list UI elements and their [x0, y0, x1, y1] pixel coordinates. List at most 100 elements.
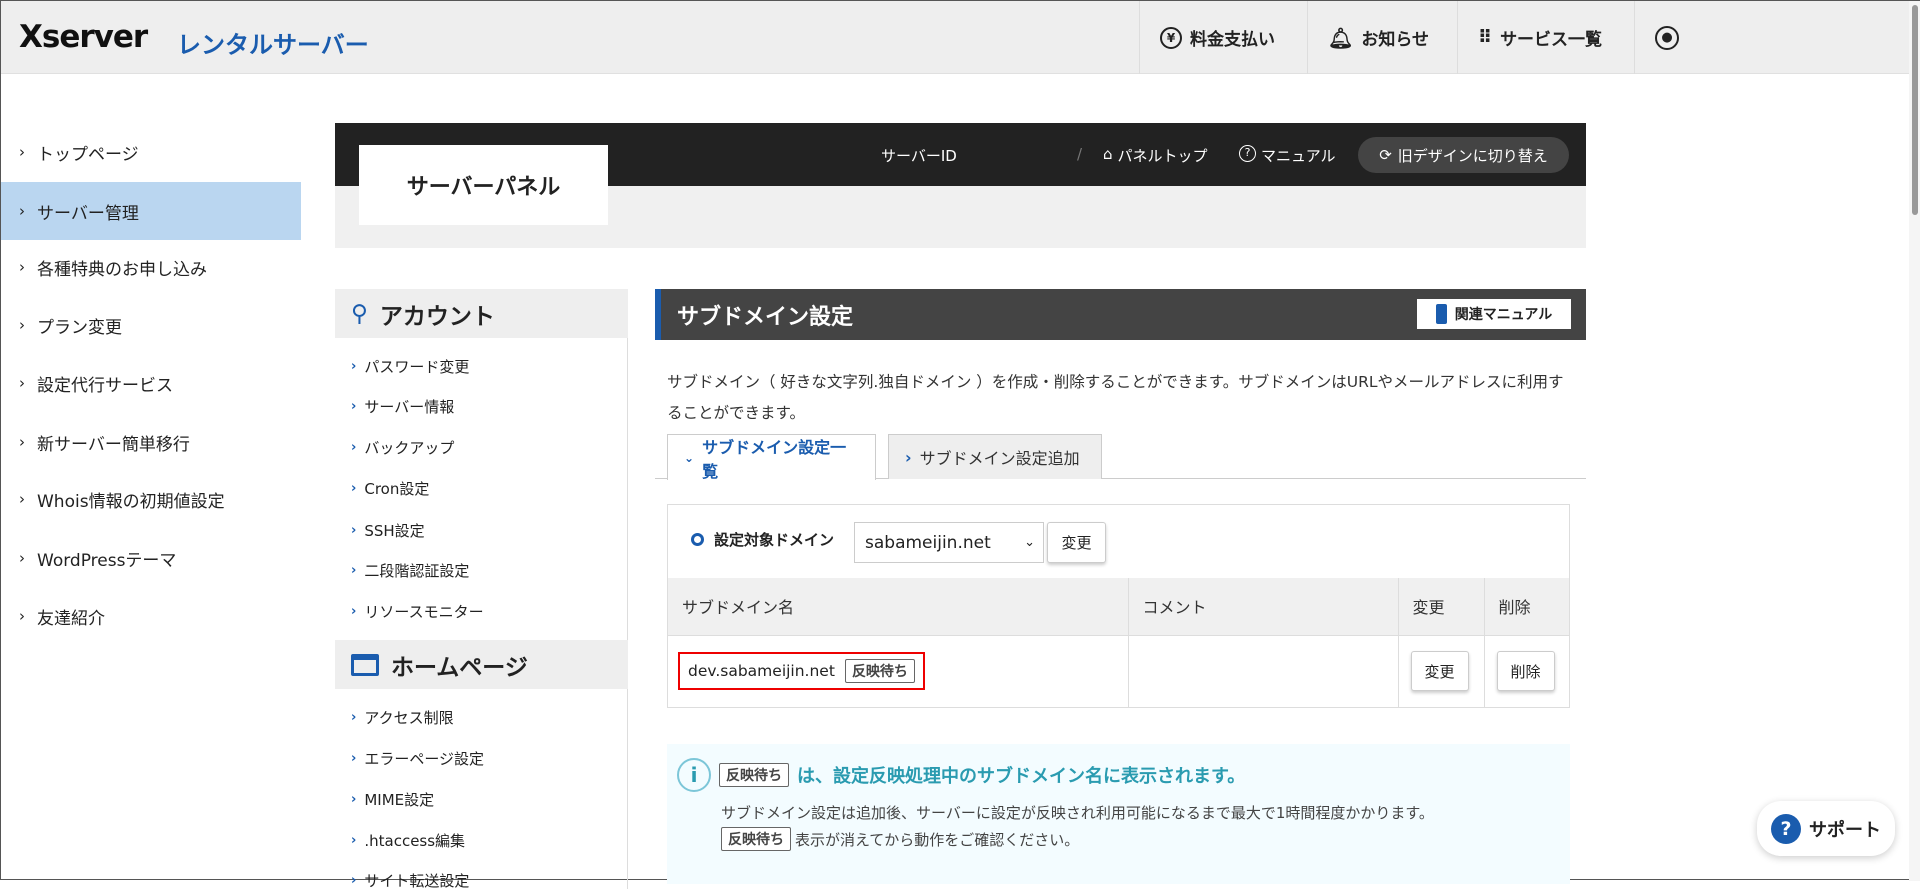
chevron-right-icon: ›: [19, 433, 25, 451]
sidebar-item-plan[interactable]: › プラン変更: [1, 296, 301, 354]
info-headline-text: は、設定反映処理中のサブドメイン名に表示されます。: [797, 766, 1246, 787]
chevron-right-icon: ›: [351, 603, 357, 619]
col-comment: コメント: [1128, 578, 1399, 636]
chevron-right-icon: ›: [351, 750, 357, 766]
row-change-button[interactable]: 変更: [1410, 651, 1469, 692]
scrollbar-thumb[interactable]: [1912, 5, 1918, 215]
sidebar-item-label: プラン変更: [37, 317, 122, 338]
nav-services[interactable]: ⠿ サービス一覧: [1457, 1, 1634, 74]
tab-subdomain-list[interactable]: ⌄ サブドメイン設定一覧: [667, 434, 876, 481]
sidebar-item-referral[interactable]: › 友達紹介: [1, 587, 301, 645]
status-badge: 反映待ち: [721, 827, 791, 851]
domain-change-button[interactable]: 変更: [1047, 522, 1106, 563]
nav-billing[interactable]: ¥ 料金支払い: [1139, 1, 1307, 74]
sidebar-item-label: Whois情報の初期値設定: [37, 491, 225, 512]
manual-link[interactable]: ? マニュアル: [1239, 145, 1336, 166]
row-delete-button[interactable]: 削除: [1496, 651, 1555, 692]
status-badge: 反映待ち: [719, 763, 789, 787]
nav-backup[interactable]: › バックアップ: [351, 435, 454, 459]
sidebar-item-agency[interactable]: › 設定代行サービス: [1, 354, 301, 412]
table-header: サブドメイン名 コメント 変更 削除: [668, 578, 1569, 636]
sidebar-item-label: 各種特典のお申し込み: [37, 259, 207, 280]
nav-notices[interactable]: 🔔︎ お知らせ: [1307, 1, 1457, 74]
nav-ssh[interactable]: › SSH設定: [351, 518, 425, 542]
book-icon: [1435, 304, 1447, 324]
domain-select-value: sabameijin.net: [865, 532, 991, 553]
nav-label: エラーページ設定: [364, 749, 485, 768]
nav-label: サイト転送設定: [364, 871, 470, 890]
chevron-right-icon: ›: [19, 607, 25, 625]
section-homepage: ホームページ: [335, 640, 628, 689]
domain-label-text: 設定対象ドメイン: [714, 531, 835, 549]
sidebar-item-label: 設定代行サービス: [37, 375, 173, 396]
sidebar-item-label: トップページ: [37, 144, 139, 165]
info-line-2: 反映待ち 表示が消えてから動作をご確認ください。: [721, 827, 1079, 851]
sidebar-item-label: サーバー管理: [37, 203, 139, 224]
col-subdomain: サブドメイン名: [668, 578, 1129, 636]
chevron-right-icon: ›: [351, 358, 357, 374]
nav-2fa[interactable]: › 二段階認証設定: [351, 558, 469, 582]
xserver-logo[interactable]: Xserver: [19, 19, 148, 55]
question-icon: ?: [1771, 813, 1801, 844]
manual-button-label: 関連マニュアル: [1454, 307, 1553, 323]
chevron-right-icon: ›: [351, 522, 357, 538]
chevron-right-icon: ›: [19, 374, 25, 392]
chevron-right-icon: ›: [351, 439, 357, 455]
logo-subtitle[interactable]: レンタルサーバー: [177, 25, 369, 60]
domain-select[interactable]: sabameijin.net ⌄: [854, 522, 1044, 563]
change-cell: 変更: [1398, 635, 1485, 707]
nav-redirect[interactable]: › サイト転送設定: [351, 868, 469, 892]
refresh-icon: ⟳: [1379, 146, 1392, 164]
nav-label: Cron設定: [364, 479, 430, 498]
nav-mime[interactable]: › MIME設定: [351, 787, 434, 811]
section-title: ホームページ: [391, 654, 528, 681]
nav-label: サーバー情報: [364, 397, 455, 416]
sidebar-item-wordpress[interactable]: › WordPressテーマ: [1, 529, 301, 587]
chevron-right-icon: ›: [351, 398, 357, 414]
related-manual-button[interactable]: 関連マニュアル: [1417, 299, 1571, 329]
nav-error-page[interactable]: › エラーページ設定: [351, 746, 484, 770]
account-button[interactable]: ●: [1634, 1, 1714, 74]
nav-services-label: サービス一覧: [1500, 30, 1603, 50]
chevron-right-icon: ›: [19, 143, 25, 161]
nav-label: .htaccess編集: [364, 831, 466, 850]
chevron-right-icon: ›: [19, 490, 25, 508]
sidebar-item-migration[interactable]: › 新サーバー簡単移行: [1, 413, 301, 471]
sidebar-item-top[interactable]: › トップページ: [1, 123, 301, 181]
bell-icon: 🔔︎: [1328, 25, 1354, 50]
chevron-down-icon: ⌄: [684, 450, 695, 465]
yen-icon: ¥: [1160, 26, 1182, 49]
top-header: Xserver レンタルサーバー ¥ 料金支払い 🔔︎ お知らせ ⠿ サービス一覧 ●: [1, 1, 1909, 74]
tab-label: サブドメイン設定追加: [919, 449, 1080, 468]
user-icon: ●: [1655, 25, 1679, 50]
nav-cron[interactable]: › Cron設定: [351, 476, 429, 500]
description: サブドメイン（ 好きな文字列.独自ドメイン ）を作成・削除することができます。サ…: [667, 373, 1564, 422]
subdomain-cell: dev.sabameijin.net 反映待ち: [668, 635, 1129, 707]
nav-label: SSH設定: [364, 521, 425, 540]
sidebar-item-whois[interactable]: › Whois情報の初期値設定: [1, 470, 301, 528]
nav-htaccess[interactable]: › .htaccess編集: [351, 828, 465, 852]
nav-password[interactable]: › パスワード変更: [351, 354, 469, 378]
table-row: dev.sabameijin.net 反映待ち 変更 削除: [668, 635, 1569, 707]
col-delete: 削除: [1484, 578, 1569, 636]
tab-subdomain-add[interactable]: › サブドメイン設定追加: [888, 434, 1102, 479]
chevron-right-icon: ›: [19, 549, 25, 567]
panel-top-link[interactable]: ⌂ パネルトップ: [1103, 145, 1208, 166]
nav-resource[interactable]: › リソースモニター: [351, 599, 484, 623]
chevron-right-icon: ›: [351, 791, 357, 807]
info-line-2-text: 表示が消えてから動作をご確認ください。: [795, 830, 1080, 849]
support-button[interactable]: ? サポート: [1757, 801, 1895, 856]
old-design-button[interactable]: ⟳ 旧デザインに切り替え: [1358, 137, 1569, 173]
nav-label: リソースモニター: [364, 602, 484, 621]
section-title: アカウント: [379, 303, 495, 330]
nav-access[interactable]: › アクセス制限: [351, 705, 454, 729]
nav-label: アクセス制限: [364, 708, 454, 727]
sidebar-item-server[interactable]: › サーバー管理: [1, 182, 301, 240]
divider: /: [1077, 145, 1083, 163]
tab-label: サブドメイン設定一覧: [702, 437, 847, 481]
chevron-down-icon: ⌄: [1024, 535, 1035, 550]
sidebar-item-benefits[interactable]: › 各種特典のお申し込み: [1, 238, 301, 296]
chevron-right-icon: ›: [351, 832, 357, 848]
comment-cell: [1128, 635, 1399, 707]
nav-server-info[interactable]: › サーバー情報: [351, 394, 454, 418]
